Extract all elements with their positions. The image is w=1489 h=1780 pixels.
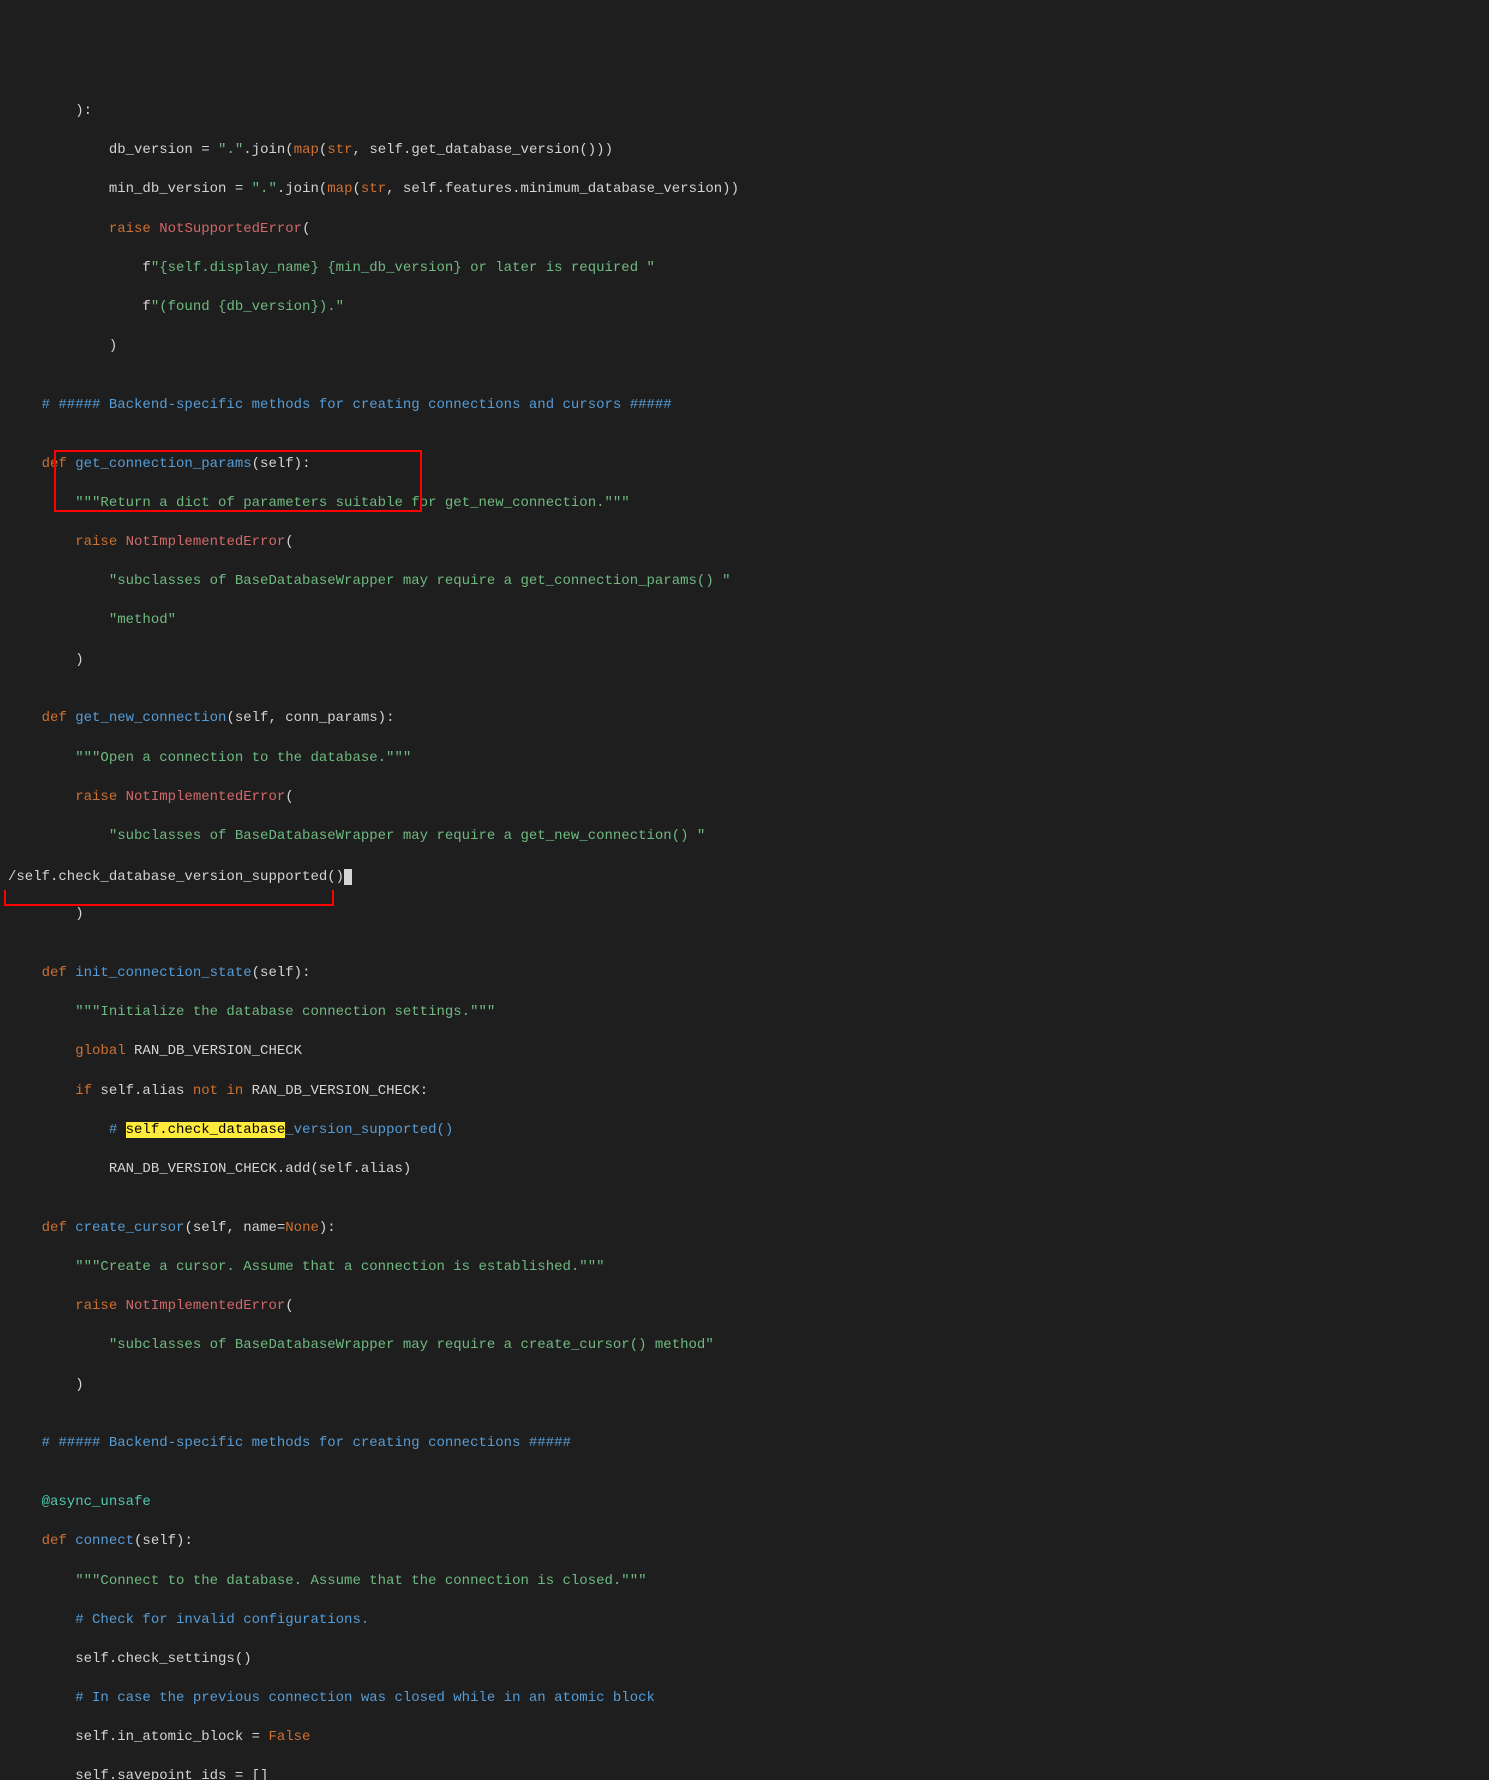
code-line: # In case the previous connection was cl… xyxy=(8,1689,1481,1709)
code-line: RAN_DB_VERSION_CHECK.add(self.alias) xyxy=(8,1160,1481,1180)
code-line: min_db_version = ".".join(map(str, self.… xyxy=(8,180,1481,200)
code-line: self.savepoint_ids = [] xyxy=(8,1767,1481,1780)
code-line: if self.alias not in RAN_DB_VERSION_CHEC… xyxy=(8,1082,1481,1102)
code-line: ) xyxy=(8,905,1481,925)
code-line: ) xyxy=(8,651,1481,671)
code-editor[interactable]: ): db_version = ".".join(map(str, self.g… xyxy=(0,78,1489,1780)
code-line: f"(found {db_version})." xyxy=(8,298,1481,318)
code-line: """Return a dict of parameters suitable … xyxy=(8,494,1481,514)
code-line: f"{self.display_name} {min_db_version} o… xyxy=(8,259,1481,279)
code-line: """Initialize the database connection se… xyxy=(8,1003,1481,1023)
code-line: def get_connection_params(self): xyxy=(8,455,1481,475)
code-line: # Check for invalid configurations. xyxy=(8,1611,1481,1631)
code-line: ) xyxy=(8,1376,1481,1396)
code-line: ) xyxy=(8,337,1481,357)
code-line: ): xyxy=(8,102,1481,122)
code-line: # ##### Backend-specific methods for cre… xyxy=(8,396,1481,416)
code-line: def get_new_connection(self, conn_params… xyxy=(8,709,1481,729)
code-line: # ##### Backend-specific methods for cre… xyxy=(8,1434,1481,1454)
search-command-line[interactable]: /self.check_database_version_supported() xyxy=(0,866,1489,890)
code-line: raise NotImplementedError( xyxy=(8,533,1481,553)
search-query: /self.check_database_version_supported() xyxy=(8,869,344,885)
code-line: "subclasses of BaseDatabaseWrapper may r… xyxy=(8,827,1481,847)
code-line: def init_connection_state(self): xyxy=(8,964,1481,984)
code-line: db_version = ".".join(map(str, self.get_… xyxy=(8,141,1481,161)
code-line: self.in_atomic_block = False xyxy=(8,1728,1481,1748)
code-line: raise NotSupportedError( xyxy=(8,220,1481,240)
code-line: """Open a connection to the database.""" xyxy=(8,749,1481,769)
code-line: "method" xyxy=(8,611,1481,631)
code-line: # self.check_database_version_supported(… xyxy=(8,1121,1481,1141)
code-line: self.check_settings() xyxy=(8,1650,1481,1670)
code-line: "subclasses of BaseDatabaseWrapper may r… xyxy=(8,572,1481,592)
code-line: """Create a cursor. Assume that a connec… xyxy=(8,1258,1481,1278)
search-highlight: self.check_database xyxy=(126,1122,286,1138)
code-line: "subclasses of BaseDatabaseWrapper may r… xyxy=(8,1336,1481,1356)
code-line: def create_cursor(self, name=None): xyxy=(8,1219,1481,1239)
code-line: """Connect to the database. Assume that … xyxy=(8,1572,1481,1592)
code-line: def connect(self): xyxy=(8,1532,1481,1552)
code-line: @async_unsafe xyxy=(8,1493,1481,1513)
cursor-icon xyxy=(344,869,352,885)
code-line: raise NotImplementedError( xyxy=(8,1297,1481,1317)
code-line: raise NotImplementedError( xyxy=(8,788,1481,808)
code-line: global RAN_DB_VERSION_CHECK xyxy=(8,1042,1481,1062)
